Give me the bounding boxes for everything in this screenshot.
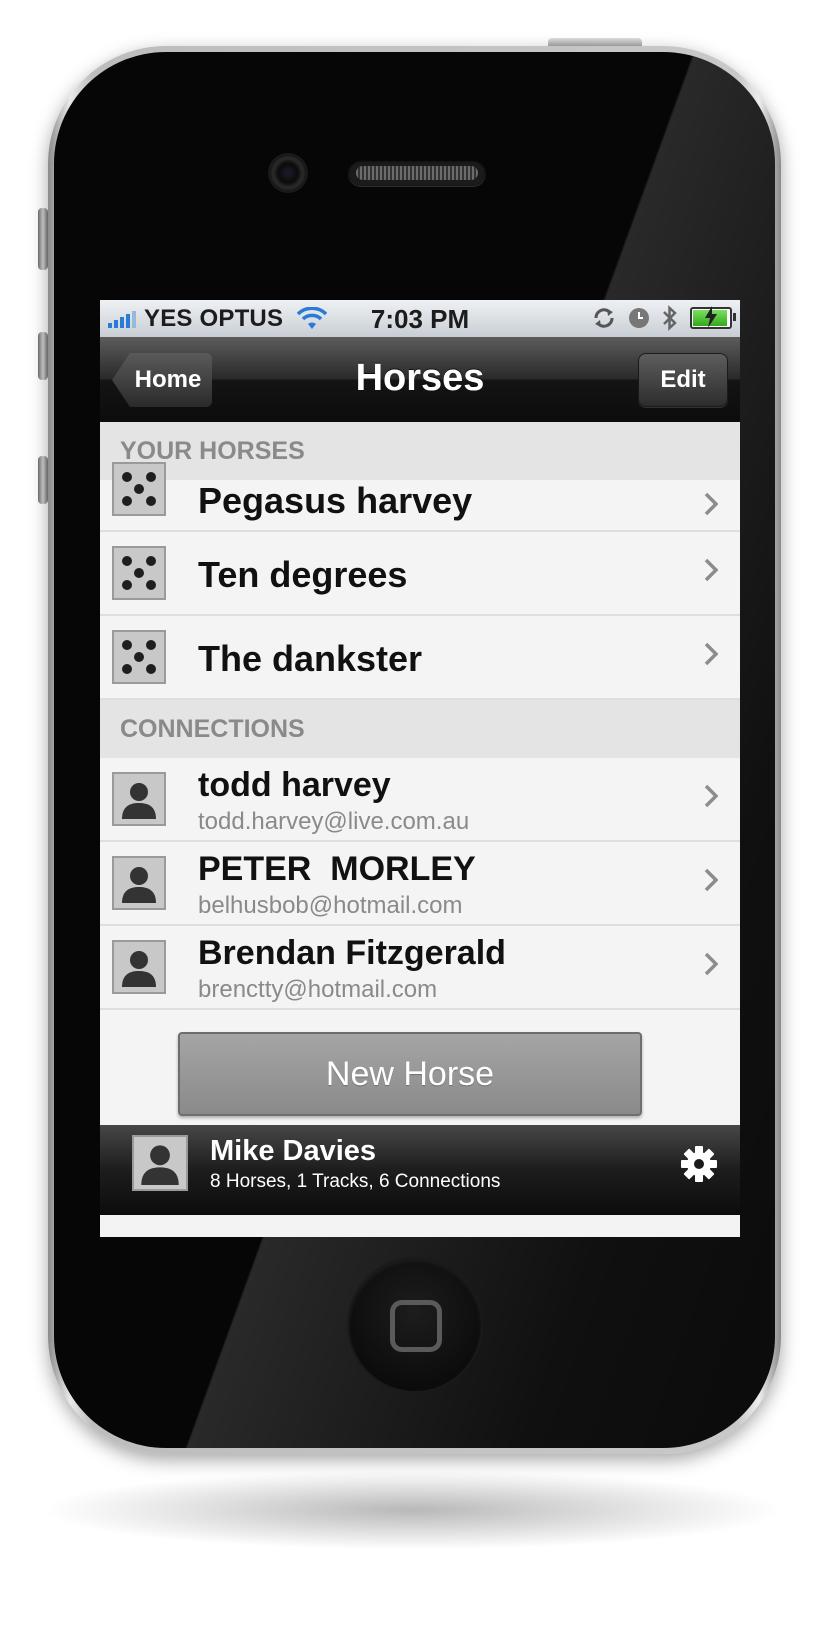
status-icons <box>592 305 736 331</box>
gear-icon[interactable] <box>680 1145 718 1183</box>
person-silhouette-icon <box>112 856 166 910</box>
edit-button[interactable]: Edit <box>638 353 728 407</box>
list-item-connection[interactable]: Brendan Fitzgerald brenctty@hotmail.com <box>100 926 740 1010</box>
connection-email: brenctty@hotmail.com <box>198 976 438 1003</box>
connection-email: belhusbob@hotmail.com <box>198 892 463 919</box>
profile-footer[interactable]: Mike Davies 8 Horses, 1 Tracks, 6 Connec… <box>100 1125 740 1215</box>
list-item-horse[interactable]: Pegasus harvey <box>100 462 740 532</box>
earpiece-speaker <box>348 160 486 186</box>
sync-icon <box>594 308 614 328</box>
avatar <box>132 1135 188 1191</box>
new-horse-button[interactable]: New Horse <box>178 1032 642 1116</box>
horse-name: Ten degrees <box>198 554 408 595</box>
user-stats: 8 Horses, 1 Tracks, 6 Connections <box>210 1171 501 1192</box>
status-bar: YES OPTUS 7:03 PM <box>100 300 740 337</box>
chevron-right-icon <box>704 784 718 808</box>
dice-placeholder-icon <box>112 630 166 684</box>
dice-placeholder-icon <box>112 546 166 600</box>
horses-list: YOUR HORSES Pegasus harvey Ten degrees T… <box>100 422 740 1136</box>
phone-shadow <box>40 1470 785 1550</box>
front-camera <box>271 156 305 190</box>
battery-charging-icon <box>690 306 736 329</box>
person-silhouette-icon <box>112 940 166 994</box>
home-square-icon <box>390 1300 442 1352</box>
chevron-right-icon <box>704 868 718 892</box>
volume-down-button <box>38 456 48 504</box>
horse-name: Pegasus harvey <box>198 480 473 521</box>
connection-name: Brendan Fitzgerald <box>198 934 506 972</box>
connection-name: PETER MORLEY <box>198 850 476 888</box>
connection-email: todd.harvey@live.com.au <box>198 808 470 835</box>
chevron-right-icon <box>704 558 718 582</box>
list-item-connection[interactable]: todd harvey todd.harvey@live.com.au <box>100 758 740 842</box>
clock-icon <box>629 308 649 328</box>
chevron-right-icon <box>704 952 718 976</box>
chevron-right-icon <box>704 492 718 516</box>
home-button[interactable] <box>349 1259 481 1391</box>
section-header-your-horses: YOUR HORSES <box>100 422 740 480</box>
horse-name: The dankster <box>198 638 423 679</box>
screen: YES OPTUS 7:03 PM Home Horses Edit YOUR … <box>100 300 740 1237</box>
new-horse-area: New Horse <box>100 1010 740 1136</box>
navigation-bar: Home Horses Edit <box>100 337 740 423</box>
list-item-horse[interactable]: The dankster <box>100 616 740 700</box>
list-item-connection[interactable]: PETER MORLEY belhusbob@hotmail.com <box>100 842 740 926</box>
chevron-right-icon <box>704 642 718 666</box>
connection-name: todd harvey <box>198 766 391 804</box>
section-header-connections: CONNECTIONS <box>100 700 740 758</box>
volume-up-button <box>38 332 48 380</box>
mute-switch <box>38 208 48 270</box>
dice-placeholder-icon <box>112 462 166 516</box>
list-item-horse[interactable]: Ten degrees <box>100 532 740 616</box>
person-silhouette-icon <box>112 772 166 826</box>
user-name: Mike Davies <box>210 1135 377 1167</box>
bluetooth-icon <box>663 305 677 331</box>
